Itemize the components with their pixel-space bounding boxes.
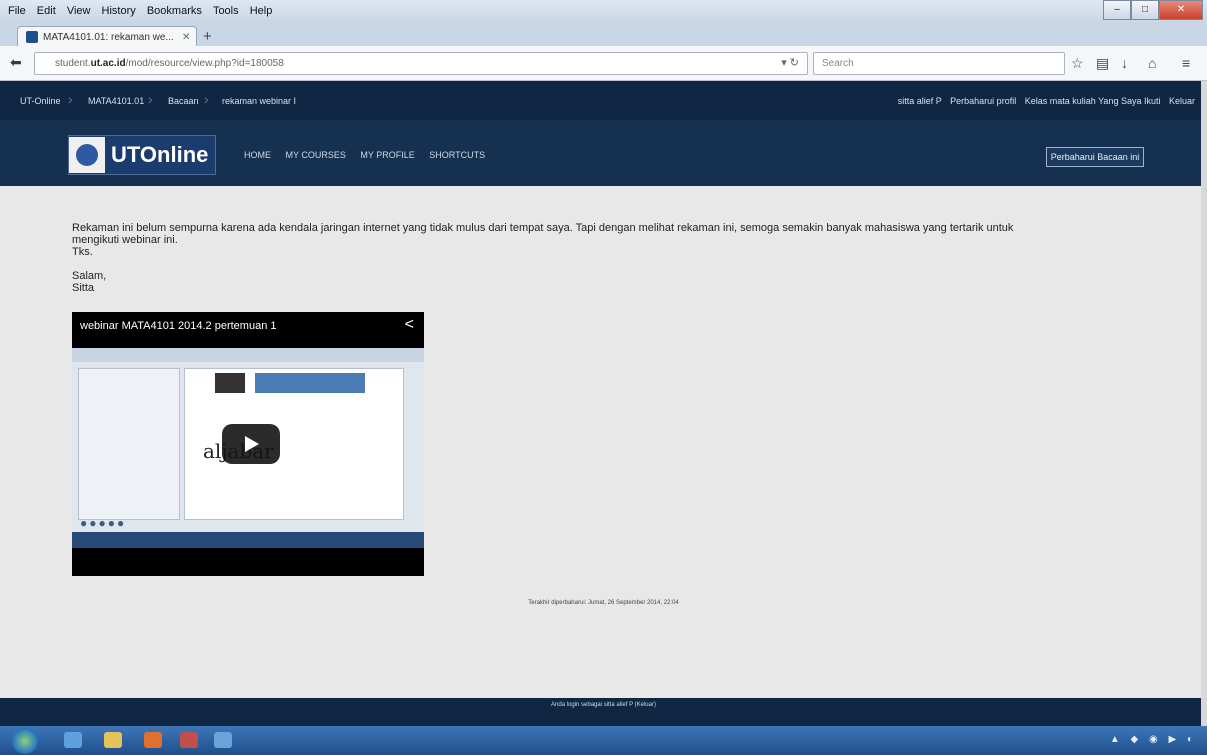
content-line: Sitta <box>72 282 95 294</box>
menu-help[interactable]: Help <box>250 5 273 17</box>
site-header: UTOnline HOME MY COURSES MY PROFILE SHOR… <box>0 120 1207 186</box>
thumbnail-browser-bar <box>72 348 424 362</box>
breadcrumb-current: rekaman webinar I <box>222 96 297 106</box>
navigation-bar: ⬅ student.ut.ac.id/mod/resource/view.php… <box>0 46 1207 81</box>
site-top-bar: UT-Online › MATA4101.01 › Bacaan › rekam… <box>0 81 1207 120</box>
play-icon[interactable] <box>222 424 280 464</box>
university-emblem-icon <box>69 137 105 173</box>
content-line: mengikuti webinar ini. <box>72 234 178 246</box>
nav-my-courses[interactable]: MY COURSES <box>286 150 346 160</box>
app-icon[interactable] <box>214 732 232 748</box>
site-footer: Anda login sebagai sitta alief P (Keluar… <box>0 698 1207 726</box>
menu-bookmarks[interactable]: Bookmarks <box>147 5 202 17</box>
user-links: sitta alief P Perbaharui profil Kelas ma… <box>892 96 1195 106</box>
menu-bar: File Edit View History Bookmarks Tools H… <box>0 0 1207 22</box>
thumbnail-participants <box>255 373 365 393</box>
update-resource-button[interactable]: Perbaharui Bacaan ini <box>1046 147 1144 167</box>
nav-my-profile[interactable]: MY PROFILE <box>360 150 414 160</box>
tab-strip: MATA4101.01: rekaman we... ✕ + <box>0 22 1207 47</box>
thumbnail-webcam <box>215 373 245 393</box>
video-title[interactable]: webinar MATA4101 2014.2 pertemuan 1 <box>80 320 277 332</box>
downloads-icon[interactable]: ↓ <box>1121 55 1128 71</box>
firefox-icon[interactable] <box>180 732 198 748</box>
browser-tab[interactable]: MATA4101.01: rekaman we... ✕ <box>17 26 197 47</box>
my-courses-link[interactable]: Kelas mata kuliah Yang Saya Ikuti <box>1025 96 1161 106</box>
breadcrumb-home[interactable]: UT-Online <box>20 96 61 106</box>
content-line: Rekaman ini belum sempurna karena ada ke… <box>72 222 1014 234</box>
user-name-link[interactable]: sitta alief P <box>898 96 942 106</box>
start-button[interactable] <box>12 728 38 754</box>
last-modified: Terakhir diperbaharui: Jumat, 26 Septemb… <box>528 600 679 606</box>
breadcrumb-separator-icon: › <box>204 91 209 107</box>
scrollbar[interactable] <box>1201 81 1207 726</box>
thumbnail-whiteboard: aljabar <box>184 368 404 520</box>
thumbnail-controls: ●●●●● <box>80 516 127 530</box>
windows-taskbar: ▲ ◆ ◉ ▶ ◐ <box>0 726 1207 755</box>
logo-text: UTOnline <box>111 142 209 167</box>
maximize-button[interactable]: □ <box>1131 0 1159 20</box>
breadcrumb-course[interactable]: MATA4101.01 <box>88 96 144 106</box>
breadcrumb-separator-icon: › <box>148 91 153 107</box>
footer-login-info[interactable]: Anda login sebagai sitta alief P (Keluar… <box>551 702 656 708</box>
menu-icon[interactable]: ≡ <box>1182 55 1190 71</box>
nav-shortcuts[interactable]: SHORTCUTS <box>429 150 485 160</box>
back-icon[interactable]: ⬅ <box>10 54 22 71</box>
site-logo[interactable]: UTOnline <box>68 135 216 175</box>
close-tab-icon[interactable]: ✕ <box>182 32 196 43</box>
content-line: Salam, <box>72 270 107 282</box>
nav-home[interactable]: HOME <box>244 150 271 160</box>
share-icon[interactable]: < <box>405 316 414 334</box>
menu-history[interactable]: History <box>102 5 136 17</box>
bookmarks-list-icon[interactable]: ▤ <box>1096 55 1109 72</box>
breadcrumb-separator-icon: › <box>68 91 73 107</box>
ie-icon[interactable] <box>64 732 82 748</box>
search-placeholder: Search <box>822 58 854 69</box>
favicon-icon <box>26 31 38 43</box>
minimize-button[interactable]: – <box>1103 0 1131 20</box>
tab-title: MATA4101.01: rekaman we... <box>43 31 174 43</box>
edit-profile-link[interactable]: Perbaharui profil <box>950 96 1016 106</box>
url-bar[interactable]: student.ut.ac.id/mod/resource/view.php?i… <box>34 52 808 75</box>
window-controls: – □ ✕ <box>1103 0 1203 20</box>
url-text: student.ut.ac.id/mod/resource/view.php?i… <box>55 58 284 69</box>
thumbnail-taskbar <box>72 532 424 548</box>
menu-tools[interactable]: Tools <box>213 5 239 17</box>
bookmark-star-icon[interactable]: ☆ <box>1071 55 1084 72</box>
youtube-video-embed[interactable]: webinar MATA4101 2014.2 pertemuan 1 < al… <box>72 312 424 576</box>
explorer-icon[interactable] <box>104 732 122 748</box>
menu-view[interactable]: View <box>67 5 91 17</box>
menu-file[interactable]: File <box>8 5 26 17</box>
home-icon[interactable]: ⌂ <box>1148 55 1156 71</box>
breadcrumb-section[interactable]: Bacaan <box>168 96 199 106</box>
reload-icon[interactable]: ▾ ↻ <box>781 56 799 69</box>
close-window-button[interactable]: ✕ <box>1159 0 1203 20</box>
new-tab-button[interactable]: + <box>203 28 212 45</box>
logout-link[interactable]: Keluar <box>1169 96 1195 106</box>
system-tray[interactable]: ▲ ◆ ◉ ▶ ◐ <box>1110 734 1197 745</box>
thumbnail-chat-panel <box>78 368 180 520</box>
media-player-icon[interactable] <box>144 732 162 748</box>
resource-content: Rekaman ini belum sempurna karena ada ke… <box>72 222 1132 294</box>
content-line: Tks. <box>72 246 93 258</box>
menu-edit[interactable]: Edit <box>37 5 56 17</box>
search-input[interactable]: Search <box>813 52 1065 75</box>
main-nav: HOME MY COURSES MY PROFILE SHORTCUTS <box>244 150 497 160</box>
